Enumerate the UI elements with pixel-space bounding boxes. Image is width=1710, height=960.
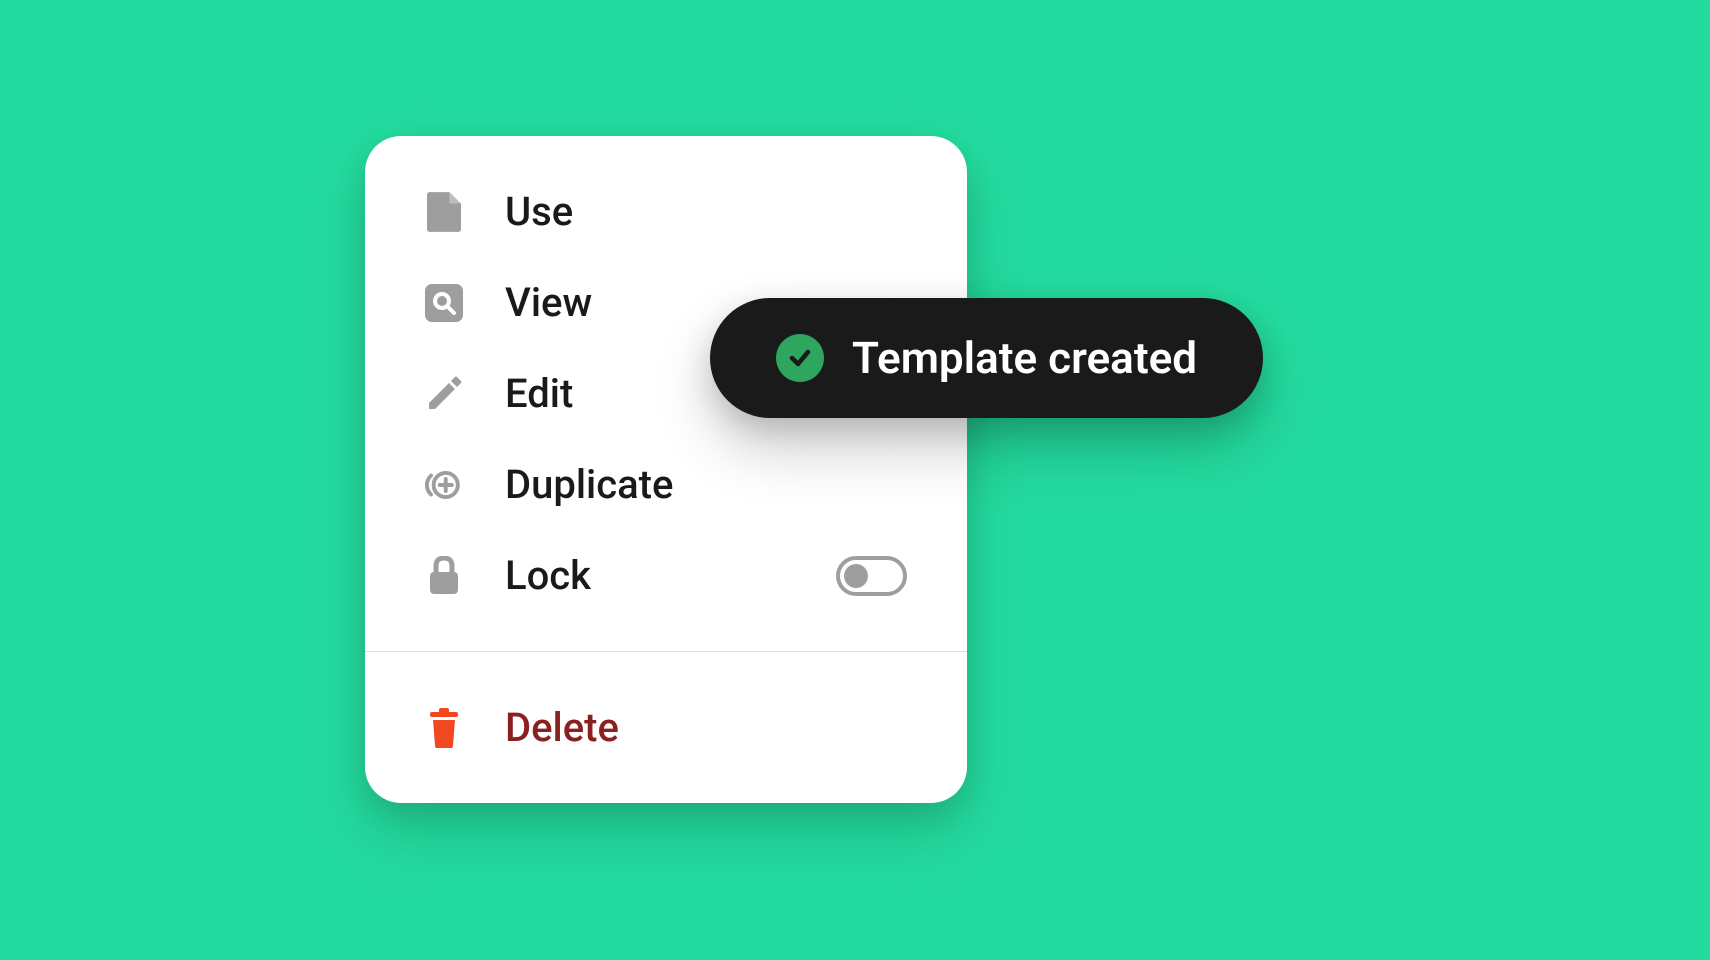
- lock-toggle[interactable]: [836, 556, 907, 596]
- pencil-icon: [425, 375, 463, 413]
- menu-item-label: Lock: [505, 552, 836, 599]
- toggle-knob: [844, 564, 868, 588]
- menu-item-lock[interactable]: Lock: [365, 530, 967, 621]
- menu-item-use[interactable]: Use: [365, 166, 967, 257]
- toast-notification: Template created: [710, 298, 1263, 418]
- menu-item-duplicate[interactable]: Duplicate: [365, 439, 967, 530]
- menu-item-label: Delete: [505, 704, 907, 751]
- lock-icon: [425, 557, 463, 595]
- magnify-icon: [425, 284, 463, 322]
- menu-item-label: Duplicate: [505, 461, 907, 508]
- context-menu-card: Use View Edit: [365, 136, 967, 803]
- menu-item-label: Use: [505, 188, 907, 235]
- document-icon: [425, 193, 463, 231]
- menu-item-delete[interactable]: Delete: [365, 682, 967, 773]
- duplicate-icon: [425, 466, 463, 504]
- toast-message: Template created: [852, 332, 1197, 384]
- menu-section-danger: Delete: [365, 652, 967, 803]
- success-icon: [776, 334, 824, 382]
- trash-icon: [425, 709, 463, 747]
